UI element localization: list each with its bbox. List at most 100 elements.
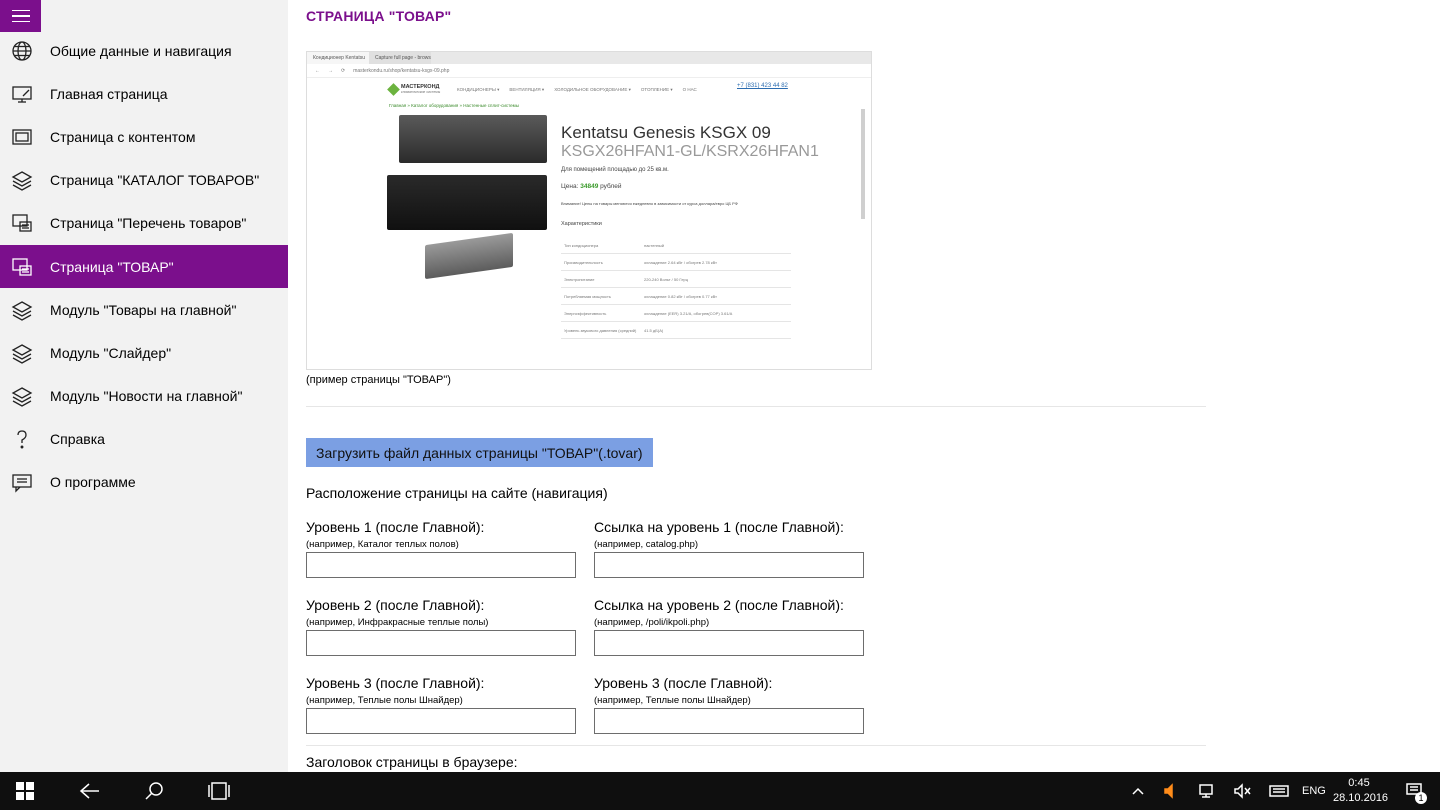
level2-input[interactable] <box>306 630 576 656</box>
level1-link-input[interactable] <box>594 552 864 578</box>
sidebar-item-catalog-page[interactable]: Страница "КАТАЛОГ ТОВАРОВ" <box>0 159 288 202</box>
question-icon <box>10 427 34 451</box>
field-hint: (например, Теплые полы Шнайдер) <box>306 695 463 706</box>
site-menu-item: ВЕНТИЛЯЦИЯ ▾ <box>509 87 545 92</box>
product-title: Kentatsu Genesis KSGX 09 <box>561 123 771 142</box>
message-icon <box>10 470 34 494</box>
volume-muted-icon <box>1234 783 1251 799</box>
site-phone: +7 (831) 423 44 82 <box>737 83 788 89</box>
example-page-screenshot: Кондиционер Kentatsu Capture full page -… <box>306 51 872 370</box>
hamburger-menu-button[interactable] <box>0 0 41 32</box>
sidebar-item-slider-module[interactable]: Модуль "Слайдер" <box>0 331 288 374</box>
product-area: Для помещений площадью до 25 кв.м. <box>561 167 669 173</box>
layers-icon <box>10 341 34 365</box>
spec-row: Производительность охлаждение 2.64 кВт / … <box>561 254 791 271</box>
url-text: masterkondu.ru/shop/kentatsu-ksgx-09.php <box>353 67 450 74</box>
spec-row: Тип кондиционера настенный <box>561 237 791 254</box>
spec-key: Потребляемая мощность <box>564 293 611 299</box>
sidebar-item-about[interactable]: О программе <box>0 461 288 504</box>
chevron-up-icon <box>1132 787 1144 795</box>
level2-field-group: Уровень 2 (после Главной): (например, Ин… <box>306 597 586 656</box>
spec-value: настенный <box>644 242 664 248</box>
upload-tovar-file-button[interactable]: Загрузить файл данных страницы "ТОВАР"(.… <box>306 438 653 467</box>
language-indicator[interactable]: ENG <box>1302 785 1326 797</box>
windows-logo-icon <box>16 782 34 800</box>
spec-key: Тип кондиционера <box>564 242 599 248</box>
forward-arrow-icon: → <box>328 67 333 74</box>
level1-link-field-group: Ссылка на уровень 1 (после Главной): (на… <box>594 519 874 578</box>
sidebar: Общие данные и навигация Главная страниц… <box>0 0 288 772</box>
task-view-button[interactable] <box>195 772 243 810</box>
clock-time: 0:45 <box>1348 777 1370 789</box>
sidebar-item-content-page[interactable]: Страница с контентом <box>0 115 288 158</box>
product-page-icon <box>10 255 34 279</box>
spec-row: Потребляемая мощность охлаждение 0.82 кВт… <box>561 288 791 305</box>
level3-input[interactable] <box>306 708 576 734</box>
sidebar-item-label: Модуль "Новости на главной" <box>50 388 243 405</box>
search-icon <box>145 782 163 800</box>
level3-field-group: Уровень 3 (после Главной): (например, Те… <box>306 675 586 734</box>
logo-mark-icon <box>387 82 400 96</box>
divider <box>306 406 1206 407</box>
site-menu-item: ХОЛОДИЛЬНОЕ ОБОРУДОВАНИЕ ▾ <box>554 87 631 92</box>
price-currency: рублей <box>600 183 622 190</box>
browser-tab: Кондиционер Kentatsu <box>307 52 369 64</box>
example-scrollbar <box>861 109 865 219</box>
field-hint: (например, catalog.php) <box>594 539 699 550</box>
page-stack-icon <box>10 125 34 149</box>
spec-row: Электропитание 220-240 Вольт / 50 Герц <box>561 271 791 288</box>
hamburger-line <box>11 15 30 17</box>
action-center-button[interactable]: 1 <box>1400 772 1430 810</box>
characteristics-heading: Характеристики <box>561 221 602 227</box>
level1-field-group: Уровень 1 (после Главной): (например, Ка… <box>306 519 586 578</box>
spec-key: Уровень звукового давления (средний) <box>564 327 637 333</box>
product-model: KSGX26HFAN1-GL/KSRX26HFAN1 <box>561 143 819 160</box>
level2-link-field-group: Ссылка на уровень 2 (после Главной): (на… <box>594 597 874 656</box>
level1-input[interactable] <box>306 552 576 578</box>
field-hint: (например, Теплые полы Шнайдер) <box>594 695 751 706</box>
tray-overflow-button[interactable] <box>1126 772 1150 810</box>
field-hint: (например, Инфракрасные теплые полы) <box>306 617 489 628</box>
site-menu-item: КОНДИЦИОНЕРЫ ▾ <box>457 87 500 92</box>
sidebar-item-home-page[interactable]: Главная страница <box>0 72 288 115</box>
network-button[interactable] <box>1195 772 1219 810</box>
layers-icon <box>10 168 34 192</box>
field-label: Ссылка на уровень 1 (после Главной): <box>594 519 844 535</box>
level2-link-input[interactable] <box>594 630 864 656</box>
sidebar-item-product-list-page[interactable]: Страница "Перечень товаров" <box>0 202 288 245</box>
site-breadcrumbs: Главная » Каталог оборудования » Настенн… <box>389 103 519 108</box>
search-button[interactable] <box>130 772 178 810</box>
level3-link-input[interactable] <box>594 708 864 734</box>
back-button[interactable] <box>66 772 114 810</box>
sidebar-item-label: Главная страница <box>50 85 168 102</box>
sidebar-item-label: Общие данные и навигация <box>50 42 232 59</box>
spec-row: Энергоэффективность охлаждение (EER) 3.21… <box>561 305 791 322</box>
sidebar-item-news-module[interactable]: Модуль "Новости на главной" <box>0 375 288 418</box>
back-arrow-icon: ← <box>315 67 320 74</box>
product-image <box>425 232 513 280</box>
speaker-muted-icon <box>1164 783 1173 799</box>
spec-key: Электропитание <box>564 276 595 282</box>
field-label: Уровень 3 (после Главной): <box>306 675 485 691</box>
list-page-icon <box>10 211 34 235</box>
field-label: Ссылка на уровень 2 (после Главной): <box>594 597 844 613</box>
browser-tab: Capture full page - browser <box>369 52 431 64</box>
volume-button[interactable] <box>1230 772 1254 810</box>
tray-app-button[interactable] <box>1158 772 1182 810</box>
field-hint: (например, Каталог теплых полов) <box>306 539 459 550</box>
spec-value: 220-240 Вольт / 50 Герц <box>644 276 689 282</box>
sidebar-item-general[interactable]: Общие данные и навигация <box>0 29 288 72</box>
notifications-badge: 1 <box>1415 792 1427 804</box>
start-button[interactable] <box>0 772 50 810</box>
hamburger-line <box>11 20 30 23</box>
logo-subtext: климатические системы <box>401 90 441 94</box>
hamburger-line <box>11 9 30 12</box>
sidebar-nav: Общие данные и навигация Главная страниц… <box>0 29 288 504</box>
sidebar-item-home-products-module[interactable]: Модуль "Товары на главной" <box>0 288 288 331</box>
sidebar-item-help[interactable]: Справка <box>0 418 288 461</box>
keyboard-button[interactable] <box>1266 772 1292 810</box>
product-image <box>387 175 547 230</box>
clock[interactable]: 0:45 28.10.2016 <box>1333 776 1388 806</box>
spec-value: 41.5 дБ(А) <box>644 327 664 333</box>
sidebar-item-product-page[interactable]: Страница "ТОВАР" <box>0 244 288 289</box>
